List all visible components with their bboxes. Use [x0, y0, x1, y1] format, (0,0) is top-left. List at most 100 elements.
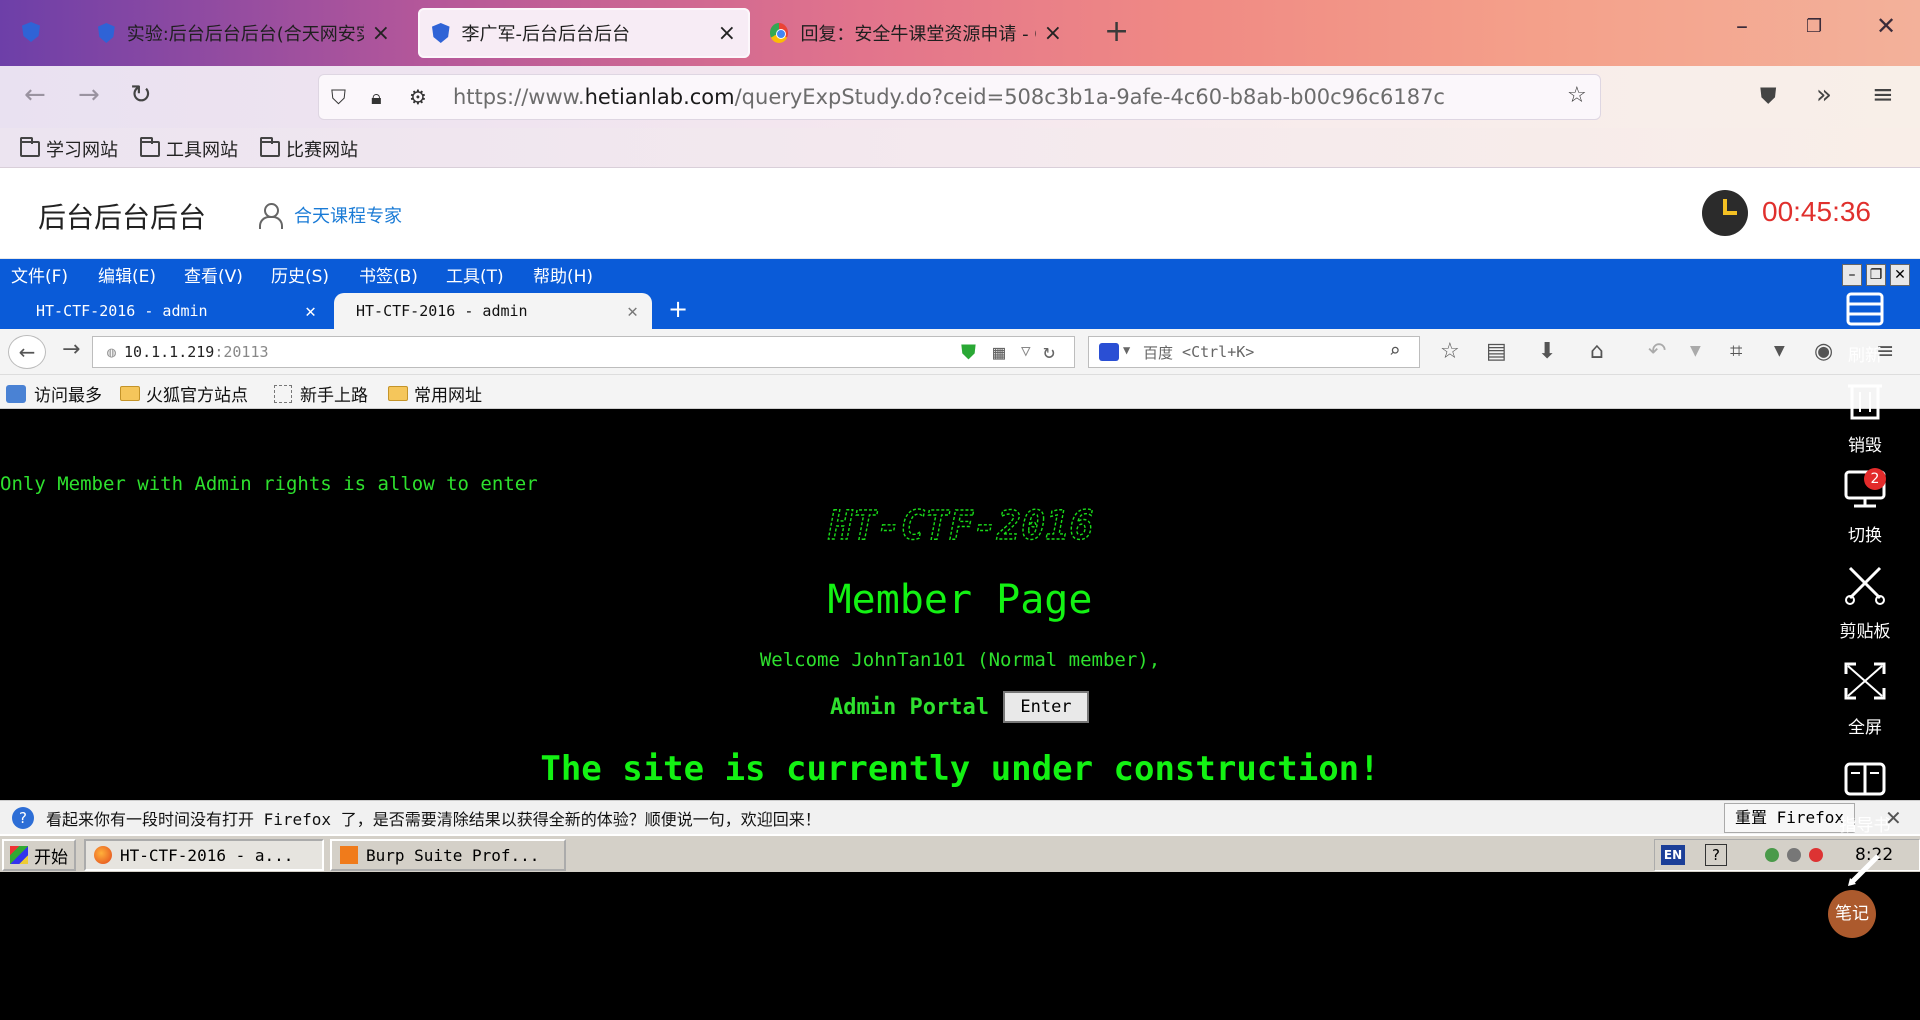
- inner-tab-1[interactable]: HT-CTF-2016 - admin ✕: [14, 293, 330, 329]
- lock-icon[interactable]: 🔒︎: [371, 85, 382, 109]
- windows-logo-icon: [10, 846, 28, 864]
- task-label: HT-CTF-2016 - a...: [120, 845, 294, 865]
- url-path: /queryExpStudy.do?ceid=508c3b1a-9afe-4c6…: [734, 85, 1445, 109]
- menu-icon[interactable]: ≡: [1872, 80, 1894, 110]
- tool-guide[interactable]: 指导书: [1810, 758, 1920, 836]
- bookmark-star-icon[interactable]: ☆: [1567, 83, 1587, 108]
- inner-search-bar[interactable]: ▼ 百度 <Ctrl+K> ⌕: [1088, 336, 1420, 368]
- firefox-view-icon[interactable]: [22, 22, 40, 42]
- home-icon[interactable]: ⌂: [1590, 339, 1604, 364]
- back-icon[interactable]: ←: [24, 80, 46, 110]
- tool-destroy[interactable]: 销毁: [1810, 378, 1920, 456]
- remote-desktop[interactable]: 文件(F) 编辑(E) 查看(V) 历史(S) 书签(B) 工具(T) 帮助(H…: [0, 259, 1920, 1020]
- permissions-icon[interactable]: ⚙: [409, 85, 427, 109]
- shield-tray-icon[interactable]: [1787, 848, 1801, 862]
- bookmark-most-visited[interactable]: 访问最多: [6, 381, 102, 406]
- menu-tools[interactable]: 工具(T): [446, 262, 504, 287]
- language-indicator[interactable]: EN: [1661, 845, 1685, 865]
- menu-edit[interactable]: 编辑(E): [98, 262, 156, 287]
- new-tab-icon[interactable]: +: [668, 295, 688, 323]
- qr-code-icon[interactable]: ▦: [993, 340, 1005, 364]
- reload-icon[interactable]: ↻: [130, 80, 152, 110]
- enter-button[interactable]: Enter: [1002, 691, 1089, 723]
- tracking-shield-icon[interactable]: ⛉: [331, 85, 346, 109]
- inner-menu-bar: 文件(F) 编辑(E) 查看(V) 历史(S) 书签(B) 工具(T) 帮助(H…: [0, 259, 1920, 289]
- tool-clipboard[interactable]: 剪贴板: [1810, 564, 1920, 642]
- close-tab-icon[interactable]: ×: [718, 21, 736, 46]
- inner-tab-title: HT-CTF-2016 - admin: [36, 302, 208, 320]
- tool-label: 切换: [1848, 526, 1882, 546]
- bookmark-label: 比赛网站: [286, 140, 358, 161]
- back-icon[interactable]: ←: [8, 335, 46, 369]
- menu-view[interactable]: 查看(V): [184, 262, 243, 287]
- forward-icon[interactable]: →: [78, 80, 100, 110]
- taskbar-firefox[interactable]: HT-CTF-2016 - a...: [84, 839, 324, 871]
- minimize-icon[interactable]: –: [1736, 12, 1748, 40]
- inner-tab-bar: HT-CTF-2016 - admin ✕ HT-CTF-2016 - admi…: [0, 289, 1920, 329]
- folder-icon: [120, 386, 140, 401]
- bookmark-common-sites[interactable]: 常用网址: [388, 381, 482, 406]
- menu-bookmarks[interactable]: 书签(B): [359, 262, 418, 287]
- firefox-notification-bar: ? 看起来你有一段时间没有打开 Firefox 了，是否需要清除结果以获得全新的…: [0, 800, 1920, 834]
- outer-tab-3[interactable]: 回复：安全牛课堂资源申请 - Q ×: [756, 8, 1076, 58]
- inner-address-bar[interactable]: ◍ 10.1.1.219:20113 ⛊ ▦ ▽ ↻: [92, 336, 1075, 368]
- menu-file[interactable]: 文件(F): [11, 262, 68, 287]
- course-expert-link[interactable]: 合天课程专家: [258, 202, 402, 229]
- trash-icon: [1848, 384, 1882, 420]
- outer-tab-title: 回复：安全牛课堂资源申请 - Q: [800, 24, 1036, 45]
- most-visited-icon: [6, 384, 26, 403]
- menu-history[interactable]: 历史(S): [271, 262, 329, 287]
- tool-refresh[interactable]: 刷新: [1810, 288, 1920, 366]
- engine-dropdown-icon[interactable]: ▼: [1123, 343, 1130, 357]
- reading-list-icon[interactable]: ▤: [1486, 339, 1507, 364]
- taskbar-burp[interactable]: Burp Suite Prof...: [330, 839, 566, 871]
- bookmark-folder-study[interactable]: 学习网站: [20, 136, 118, 162]
- bookmark-folder-contest[interactable]: 比赛网站: [260, 136, 358, 162]
- network-icon[interactable]: [1765, 848, 1779, 862]
- start-button[interactable]: 开始: [2, 839, 76, 871]
- dropdown-icon[interactable]: ▼: [1690, 343, 1701, 359]
- screenshot-icon[interactable]: ⌗: [1730, 339, 1742, 364]
- outer-tab-1[interactable]: 实验:后台后台后台(合天网安实验室) ×: [84, 8, 404, 58]
- new-tab-icon[interactable]: +: [1104, 14, 1129, 49]
- undo-icon[interactable]: ↶: [1648, 339, 1666, 364]
- url-host: 10.1.1.219: [124, 343, 215, 361]
- folder-icon: [20, 137, 40, 157]
- bookmark-firefox-official[interactable]: 火狐官方站点: [120, 381, 248, 406]
- outer-tab-bar: 实验:后台后台后台(合天网安实验室) × 李广军-后台后台后台 × 回复：安全牛…: [0, 0, 1920, 66]
- inner-tab-2[interactable]: HT-CTF-2016 - admin ✕: [334, 293, 652, 329]
- bookmark-folder-tools[interactable]: 工具网站: [140, 136, 238, 162]
- dropdown-icon[interactable]: ▽: [1021, 341, 1031, 360]
- bookmark-star-icon[interactable]: ☆: [1440, 339, 1460, 364]
- close-tab-icon[interactable]: ✕: [305, 301, 316, 322]
- bookmark-getting-started[interactable]: 新手上路: [274, 381, 368, 406]
- search-icon[interactable]: ⌕: [1389, 340, 1400, 362]
- close-window-icon[interactable]: ✕: [1876, 12, 1896, 40]
- bookmark-label: 访问最多: [34, 386, 102, 406]
- outer-tab-2[interactable]: 李广军-后台后台后台 ×: [418, 8, 750, 58]
- close-tab-icon[interactable]: ✕: [627, 301, 638, 322]
- dropdown-icon[interactable]: ▼: [1774, 343, 1785, 359]
- bookmark-label: 工具网站: [166, 140, 238, 161]
- restore-icon[interactable]: ❐: [1806, 16, 1822, 37]
- security-shield-icon[interactable]: ⛊: [961, 340, 976, 364]
- reload-icon[interactable]: ↻: [1043, 339, 1055, 363]
- pocket-icon[interactable]: ⛊: [1760, 84, 1777, 109]
- address-bar[interactable]: ⛉ 🔒︎ ⚙ https://www.hetianlab.com/queryEx…: [318, 74, 1601, 120]
- folder-icon: [260, 137, 280, 157]
- notes-label[interactable]: 笔记: [1828, 890, 1876, 938]
- inner-nav-bar: ← → ◍ 10.1.1.219:20113 ⛊ ▦ ▽ ↻ ▼ 百度 <Ctr…: [0, 329, 1920, 375]
- close-tab-icon[interactable]: ×: [1044, 21, 1062, 46]
- search-engine-label: 百度: [1143, 343, 1174, 362]
- extensions-overflow-icon[interactable]: »: [1816, 80, 1832, 110]
- close-tab-icon[interactable]: ×: [372, 21, 390, 46]
- member-page: Only Member with Admin rights is allow t…: [0, 409, 1920, 800]
- bookmark-label: 火狐官方站点: [146, 386, 248, 406]
- bookmark-label: 学习网站: [46, 140, 118, 161]
- forward-icon[interactable]: →: [62, 337, 80, 362]
- help-icon[interactable]: ?: [1705, 844, 1727, 866]
- download-icon[interactable]: ⬇: [1538, 339, 1556, 364]
- tool-fullscreen[interactable]: 全屏: [1810, 660, 1920, 738]
- menu-help[interactable]: 帮助(H): [533, 262, 593, 287]
- tool-label: 剪贴板: [1839, 622, 1891, 642]
